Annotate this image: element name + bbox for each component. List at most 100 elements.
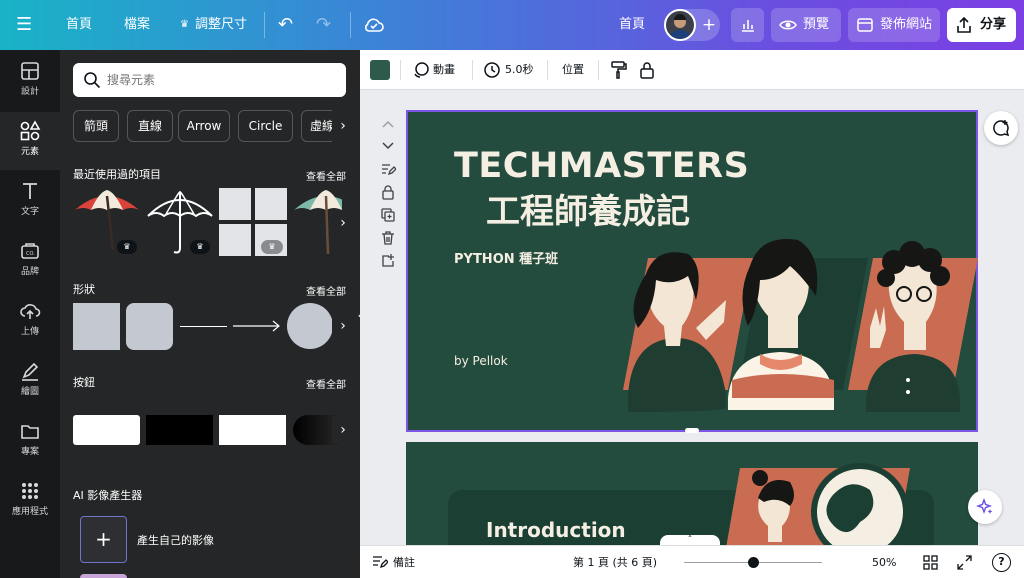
clock-icon xyxy=(483,61,501,83)
divider xyxy=(400,60,401,80)
zoom-slider-thumb[interactable] xyxy=(747,557,759,568)
publish-website-button[interactable]: 發佈網站 xyxy=(848,8,940,42)
chip-arrow-zh[interactable]: 箭頭 xyxy=(73,110,119,142)
svg-text:CO.: CO. xyxy=(26,251,35,257)
page-indicator[interactable]: 第 1 頁 (共 6 頁) xyxy=(573,546,657,578)
chip-line[interactable]: 直線 xyxy=(127,110,173,142)
share-icon xyxy=(955,8,973,56)
add-page-icon[interactable] xyxy=(380,253,396,269)
resize-button[interactable]: 調整尺寸 xyxy=(195,0,247,50)
grid-frame-thumb[interactable]: ♛ xyxy=(219,188,287,256)
buttons-next-icon[interactable]: › xyxy=(332,417,354,443)
notes-edit-icon[interactable] xyxy=(380,161,397,177)
slide-2-heading[interactable]: Introduction xyxy=(486,518,626,542)
collaborator-group[interactable]: + xyxy=(664,9,720,41)
draw-icon xyxy=(19,360,41,382)
lock-icon[interactable] xyxy=(639,60,655,84)
shapes-see-all[interactable]: 查看全部 xyxy=(306,283,346,298)
menu-icon[interactable]: ☰ xyxy=(16,0,44,50)
umbrella-red-thumb[interactable]: ♛ xyxy=(73,188,141,256)
apps-icon xyxy=(19,480,41,502)
line-shape[interactable] xyxy=(180,326,227,327)
preview-button[interactable]: 預覽 xyxy=(771,8,841,42)
eye-icon xyxy=(779,8,797,56)
rail-item-projects[interactable]: 專案 xyxy=(0,412,60,470)
paint-roller-icon[interactable] xyxy=(610,60,628,84)
people-illustration[interactable] xyxy=(608,230,978,430)
magic-assistant-button[interactable] xyxy=(968,490,1002,524)
animate-button[interactable]: 動畫 xyxy=(433,50,455,90)
search-input[interactable] xyxy=(107,63,337,97)
rounded-square-shape[interactable] xyxy=(126,303,173,350)
rail-item-brand[interactable]: CO. 品牌 xyxy=(0,232,60,290)
chevron-down-icon[interactable] xyxy=(380,138,396,154)
slide-subtitle[interactable]: PYTHON 種子班 xyxy=(454,248,558,267)
animate-icon xyxy=(412,61,430,83)
add-comment-button[interactable] xyxy=(984,111,1018,145)
buttons-title: 按鈕 xyxy=(73,376,95,389)
crown-icon: ♛ xyxy=(117,240,137,254)
chips-next-icon[interactable]: › xyxy=(332,110,354,142)
rail-item-apps[interactable]: 應用程式 xyxy=(0,472,60,530)
fullscreen-icon[interactable] xyxy=(957,555,972,574)
ai-title: AI 影像產生器 xyxy=(73,489,143,502)
umbrella-outline-thumb[interactable]: ♛ xyxy=(146,188,214,256)
resize-handle[interactable] xyxy=(685,428,699,433)
grid-view-icon[interactable] xyxy=(923,555,938,574)
home-button[interactable]: 首頁 xyxy=(66,0,92,50)
white-square-button-element[interactable] xyxy=(219,415,286,445)
chevron-up-icon[interactable] xyxy=(380,116,396,132)
search-box[interactable] xyxy=(73,63,346,97)
divider xyxy=(350,12,351,38)
ai-create-label[interactable]: 產生自己的影像 xyxy=(137,532,214,548)
slide-author[interactable]: by Pellok xyxy=(454,354,508,368)
black-button-element[interactable] xyxy=(146,415,213,445)
notes-button[interactable]: 備註 xyxy=(393,546,415,578)
file-menu[interactable]: 檔案 xyxy=(124,0,150,50)
home-link[interactable]: 首頁 xyxy=(619,0,645,50)
color-swatch[interactable] xyxy=(370,60,390,80)
chip-arrow[interactable]: Arrow xyxy=(178,110,230,142)
duplicate-page-icon[interactable] xyxy=(380,207,396,223)
recent-see-all[interactable]: 查看全部 xyxy=(306,168,346,183)
slide-title-en[interactable]: TECHMASTERS xyxy=(454,146,749,186)
rail-label: 文字 xyxy=(20,207,39,217)
side-rail: 設計 元素 文字 CO. 品牌 上傳 繪圖 專案 應用程式 xyxy=(0,50,60,578)
elements-panel: 箭頭 直線 Arrow Circle 虛線 › 最近使用過的項目 查看全部 ♛ … xyxy=(60,50,360,578)
share-label: 分享 xyxy=(980,17,1007,32)
rail-item-elements[interactable]: 元素 xyxy=(0,112,60,170)
slide-title-zh[interactable]: 工程師養成記 xyxy=(486,184,690,233)
share-button[interactable]: 分享 xyxy=(947,8,1016,42)
recent-next-icon[interactable]: › xyxy=(332,210,354,236)
add-collaborator-button[interactable]: + xyxy=(700,9,718,41)
help-button[interactable]: ? xyxy=(992,553,1011,572)
preview-label: 預覽 xyxy=(803,17,830,32)
square-shape[interactable] xyxy=(73,303,120,350)
rail-label: 應用程式 xyxy=(11,507,48,517)
rail-label: 品牌 xyxy=(20,267,39,277)
redo-icon[interactable]: ↷ xyxy=(316,0,331,50)
shapes-next-icon[interactable]: › xyxy=(332,313,354,339)
ai-image-thumb[interactable] xyxy=(80,574,127,578)
trash-icon[interactable] xyxy=(380,230,396,246)
rail-item-upload[interactable]: 上傳 xyxy=(0,292,60,350)
duration-button[interactable]: 5.0秒 xyxy=(505,50,534,90)
rail-item-design[interactable]: 設計 xyxy=(0,52,60,110)
divider xyxy=(547,60,548,80)
zoom-value[interactable]: 50% xyxy=(872,546,896,578)
circle-shape[interactable] xyxy=(287,303,333,349)
page-lock-icon[interactable] xyxy=(380,184,396,200)
chip-circle[interactable]: Circle xyxy=(238,110,293,142)
rail-item-draw[interactable]: 繪圖 xyxy=(0,352,60,410)
insights-button[interactable] xyxy=(731,8,764,42)
buttons-see-all[interactable]: 查看全部 xyxy=(306,376,346,391)
slide-1[interactable]: TECHMASTERS 工程師養成記 PYTHON 種子班 by Pellok xyxy=(406,110,978,432)
arrow-line-shape[interactable] xyxy=(233,318,281,334)
avatar[interactable] xyxy=(664,9,696,41)
position-button[interactable]: 位置 xyxy=(562,50,584,90)
white-button-element[interactable] xyxy=(73,415,140,445)
cloud-save-icon[interactable] xyxy=(363,15,385,39)
undo-icon[interactable]: ↶ xyxy=(278,0,293,50)
rail-item-text[interactable]: 文字 xyxy=(0,172,60,230)
ai-create-plus-icon[interactable]: + xyxy=(80,516,127,563)
